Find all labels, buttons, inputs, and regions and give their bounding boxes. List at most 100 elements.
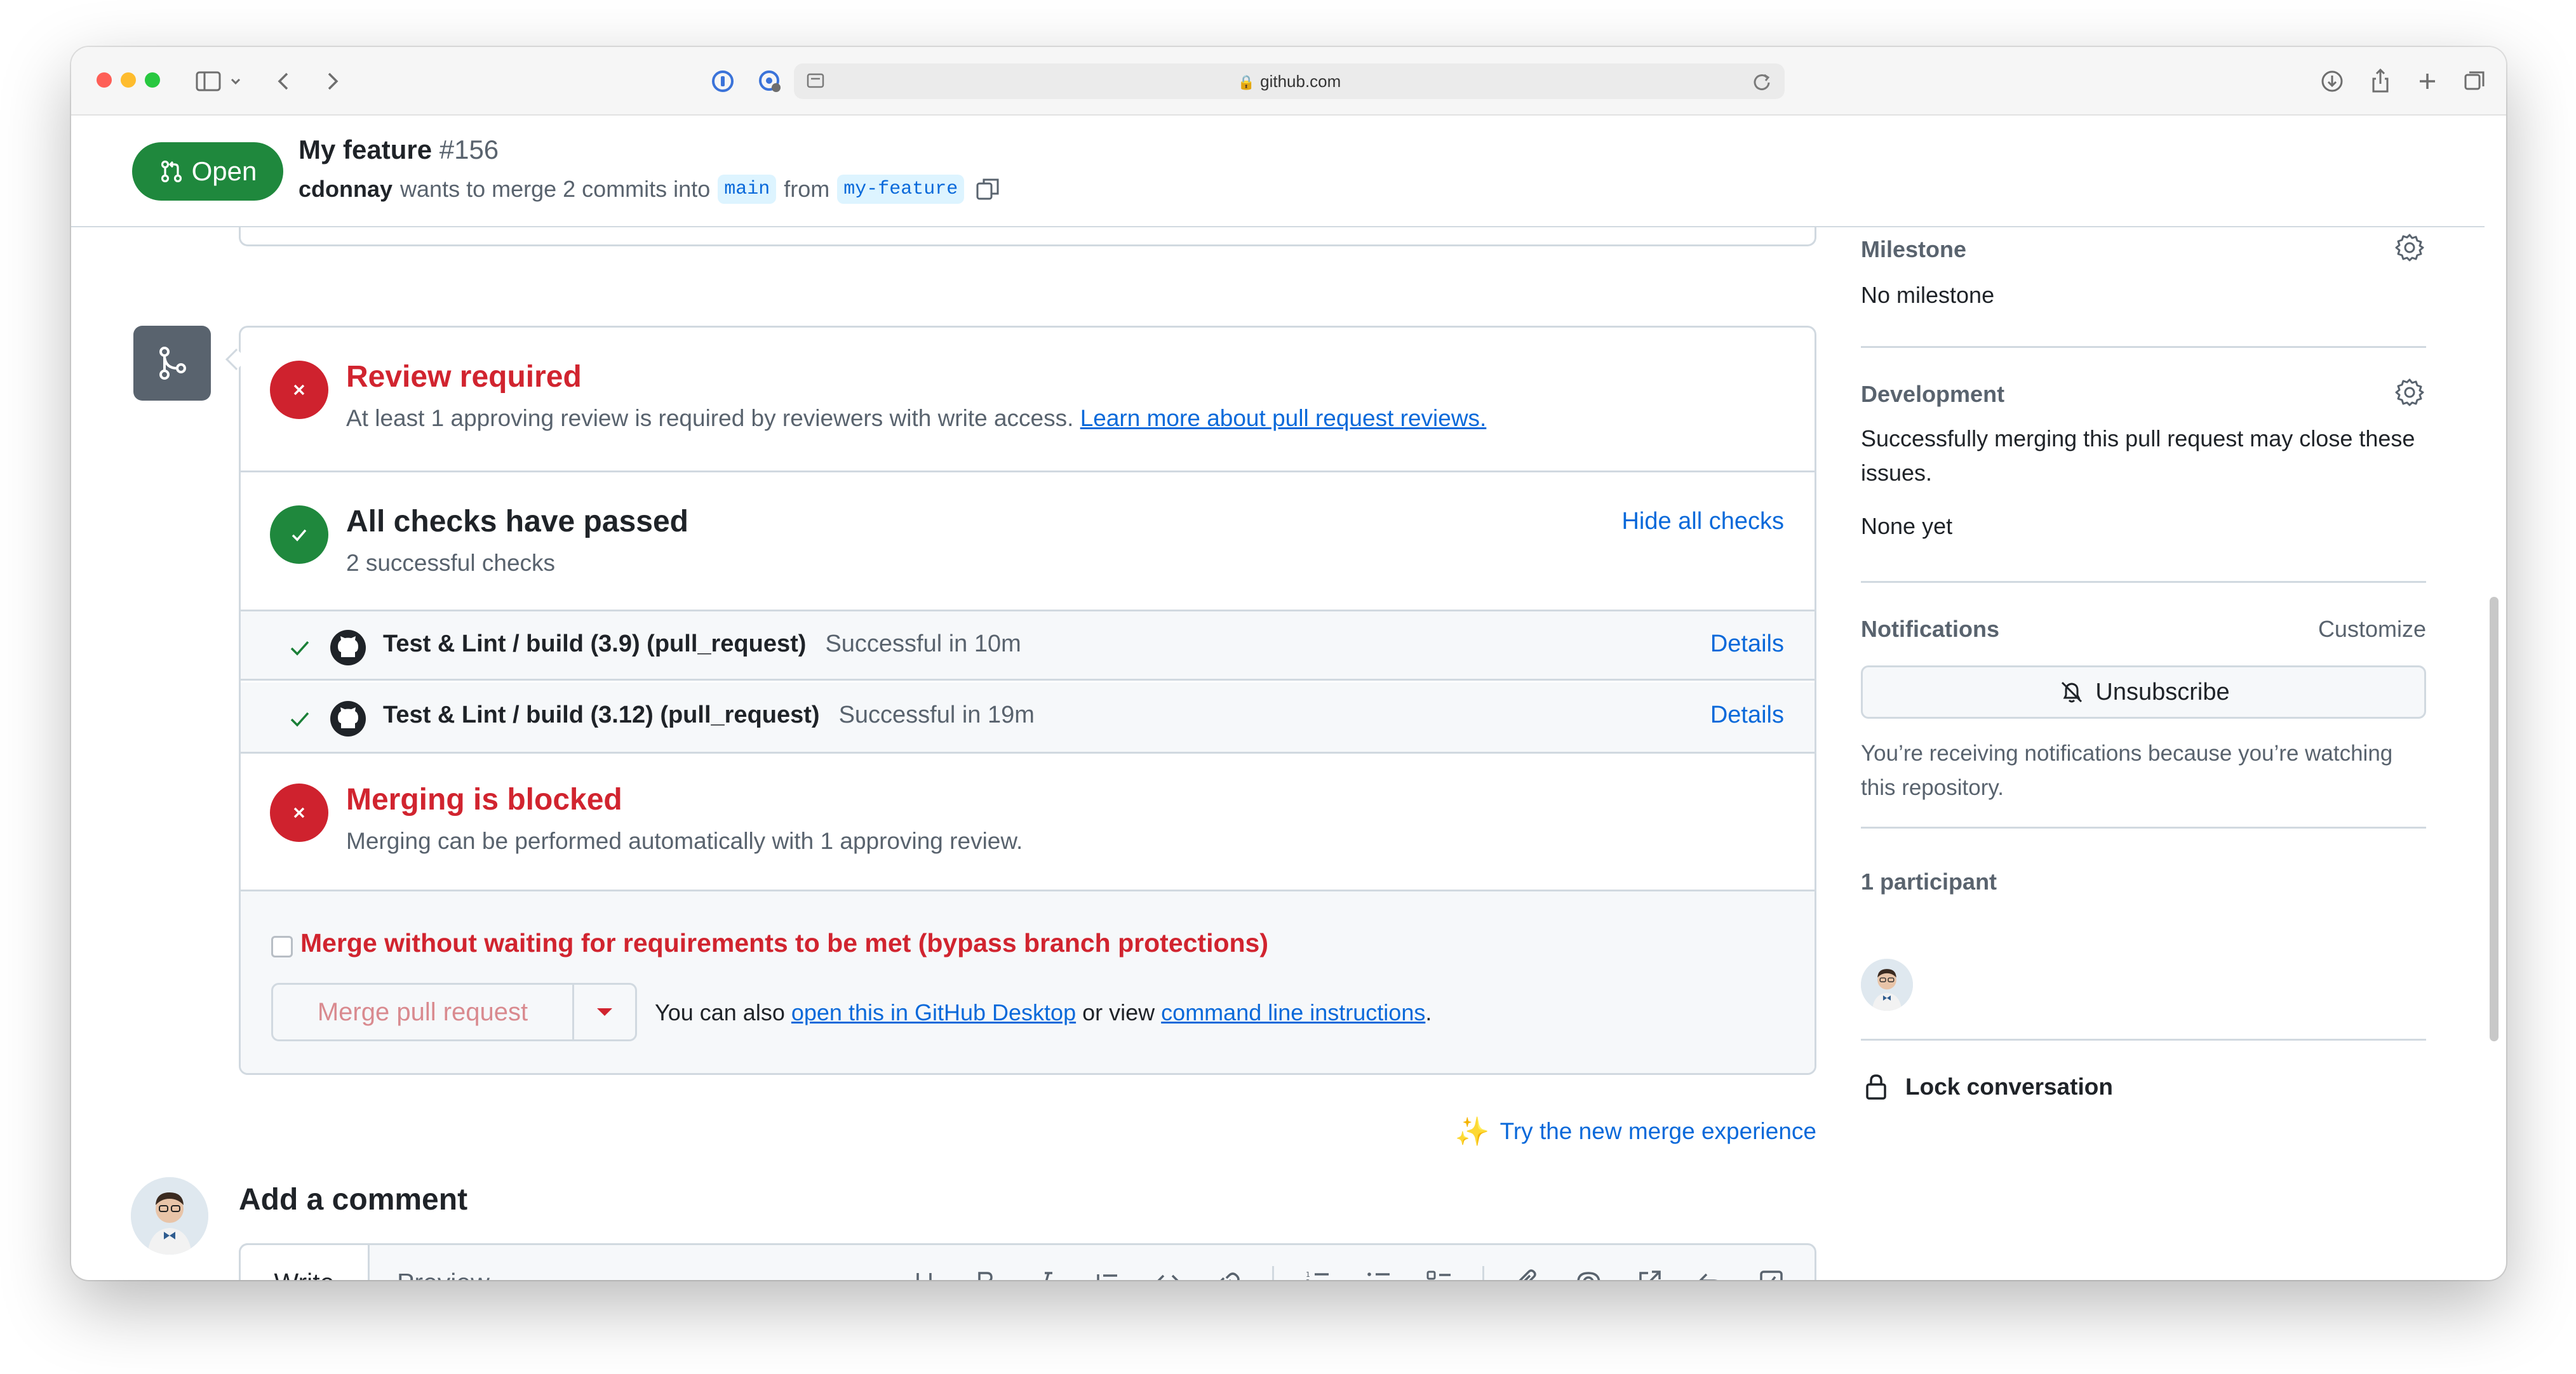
learn-more-reviews-link[interactable]: Learn more about pull request reviews.	[1080, 405, 1487, 431]
task-list-icon[interactable]	[1421, 1264, 1457, 1280]
svg-text:2: 2	[1306, 1278, 1310, 1280]
merging-blocked-desc: Merging can be performed automatically w…	[346, 828, 1023, 854]
previous-timeline-box	[239, 227, 1816, 246]
slash-command-icon[interactable]	[1754, 1264, 1789, 1280]
gear-icon[interactable]	[2393, 231, 2426, 264]
ordered-list-icon[interactable]: 123	[1299, 1264, 1335, 1280]
check-duration: Successful in 10m	[825, 630, 1021, 657]
pr-title: My feature #156	[299, 135, 499, 164]
check-name: Test & Lint / build (3.9) (pull_request)	[383, 630, 807, 657]
sparkle-icon: ✨	[1454, 1116, 1490, 1147]
reply-icon[interactable]	[1693, 1264, 1728, 1280]
url-text: 🔒 github.com	[1237, 72, 1341, 91]
git-merge-icon	[133, 326, 211, 401]
bypass-label[interactable]: Merge without waiting for requirements t…	[300, 928, 1268, 958]
sidebar: Milestone No milestone Development Succe…	[1861, 227, 2426, 1280]
notifications-desc: You’re receiving notifications because y…	[1861, 741, 2393, 800]
avatar[interactable]	[131, 1177, 208, 1255]
quote-icon[interactable]	[1089, 1264, 1125, 1280]
reference-icon[interactable]	[1632, 1264, 1667, 1280]
heading-icon[interactable]	[906, 1264, 942, 1280]
privacy-extension-icon[interactable]	[753, 65, 786, 98]
milestone-value: No milestone	[1861, 282, 1995, 308]
browser-window: 🔒 github.com Open My feature #156 cdonna…	[71, 47, 2506, 1280]
participants-heading: 1 participant	[1861, 869, 1997, 895]
check-details-link[interactable]: Details	[1710, 630, 1784, 658]
checks-section: All checks have passed 2 successful chec…	[241, 472, 1815, 617]
sidebar-toggle-icon[interactable]	[192, 65, 225, 98]
password-extension-icon[interactable]	[706, 65, 739, 98]
triangle-down-icon	[597, 1008, 612, 1016]
tab-write[interactable]: Write	[239, 1243, 370, 1280]
check-circle-icon	[270, 505, 328, 564]
pr-number: #156	[439, 135, 499, 164]
development-section: Development Successfully merging this pu…	[1861, 348, 2426, 583]
pr-state-badge: Open	[132, 142, 283, 201]
zoom-window-button[interactable]	[145, 72, 160, 88]
merge-button-group: Merge pull request	[271, 983, 637, 1041]
check-row: Test & Lint / build (3.12) (pull_request…	[241, 683, 1815, 754]
checks-subtitle: 2 successful checks	[346, 550, 556, 576]
mention-icon[interactable]	[1571, 1264, 1606, 1280]
code-icon[interactable]	[1150, 1264, 1186, 1280]
review-required-desc: At least 1 approving review is required …	[346, 405, 1487, 431]
back-icon[interactable]	[268, 65, 301, 98]
lock-icon: 🔒	[1237, 74, 1256, 90]
pr-sticky-header: Open My feature #156 cdonnay wants to me…	[71, 116, 2485, 227]
hide-all-checks-link[interactable]: Hide all checks	[1621, 508, 1784, 535]
link-icon[interactable]	[1211, 1264, 1247, 1280]
lock-icon	[1866, 1074, 1886, 1100]
lock-conversation-button[interactable]: Lock conversation	[1861, 1072, 2113, 1102]
merge-alternatives-text: You can also open this in GitHub Desktop…	[655, 999, 1432, 1025]
development-value: None yet	[1861, 513, 1953, 539]
minimize-window-button[interactable]	[121, 72, 136, 88]
participant-avatar[interactable]	[1861, 959, 1913, 1011]
check-duration: Successful in 19m	[838, 702, 1035, 728]
scrollbar[interactable]	[2490, 597, 2499, 1041]
x-circle-icon	[270, 361, 328, 419]
tab-overview-icon[interactable]	[2458, 65, 2491, 98]
check-icon	[290, 641, 309, 656]
pr-merge-summary: cdonnay wants to merge 2 commits into ma…	[299, 173, 1005, 206]
development-heading: Development	[1861, 381, 2005, 407]
comment-editor: Write Preview 123	[239, 1243, 1816, 1280]
check-row: Test & Lint / build (3.9) (pull_request)…	[241, 610, 1815, 681]
development-desc: Successfully merging this pull request m…	[1861, 425, 2415, 486]
bold-icon[interactable]	[967, 1264, 1003, 1280]
merge-actions: Merge without waiting for requirements t…	[241, 891, 1815, 1073]
github-actions-icon	[330, 630, 366, 665]
open-in-desktop-link[interactable]: open this in GitHub Desktop	[791, 999, 1076, 1025]
check-details-link[interactable]: Details	[1710, 702, 1784, 729]
merge-method-dropdown[interactable]	[574, 985, 635, 1039]
reload-icon[interactable]	[1745, 65, 1778, 98]
unsubscribe-button[interactable]: Unsubscribe	[1861, 665, 2426, 719]
copy-icon[interactable]	[972, 173, 1005, 206]
merging-blocked-title: Merging is blocked	[346, 783, 622, 817]
merge-pull-request-button[interactable]: Merge pull request	[273, 985, 574, 1039]
page-content: Review required At least 1 approving rev…	[71, 227, 2485, 1280]
pr-author-link[interactable]: cdonnay	[299, 176, 392, 203]
gear-icon[interactable]	[2393, 376, 2426, 409]
command-line-instructions-link[interactable]: command line instructions	[1161, 999, 1425, 1025]
chevron-down-icon[interactable]	[226, 65, 245, 98]
forward-icon[interactable]	[315, 65, 348, 98]
customize-notifications-link[interactable]: Customize	[2318, 616, 2426, 643]
close-window-button[interactable]	[97, 72, 112, 88]
tab-preview[interactable]: Preview	[397, 1268, 490, 1280]
review-required-title: Review required	[346, 360, 582, 394]
new-tab-icon[interactable]	[2411, 65, 2444, 98]
checks-title: All checks have passed	[346, 505, 688, 538]
head-branch[interactable]: my-feature	[837, 175, 965, 204]
address-bar[interactable]: 🔒 github.com	[794, 63, 1785, 99]
base-branch[interactable]: main	[718, 175, 777, 204]
italic-icon[interactable]	[1028, 1264, 1064, 1280]
bypass-checkbox[interactable]	[271, 936, 293, 957]
milestone-section: Milestone No milestone	[1861, 227, 2426, 348]
try-new-merge-link[interactable]: ✨ Try the new merge experience	[1455, 1115, 1816, 1148]
paperclip-icon[interactable]	[1510, 1264, 1545, 1280]
bell-slash-icon	[2062, 681, 2083, 703]
share-icon[interactable]	[2364, 65, 2397, 98]
unordered-list-icon[interactable]	[1360, 1264, 1396, 1280]
add-comment-heading: Add a comment	[239, 1183, 468, 1217]
download-icon[interactable]	[2316, 65, 2349, 98]
